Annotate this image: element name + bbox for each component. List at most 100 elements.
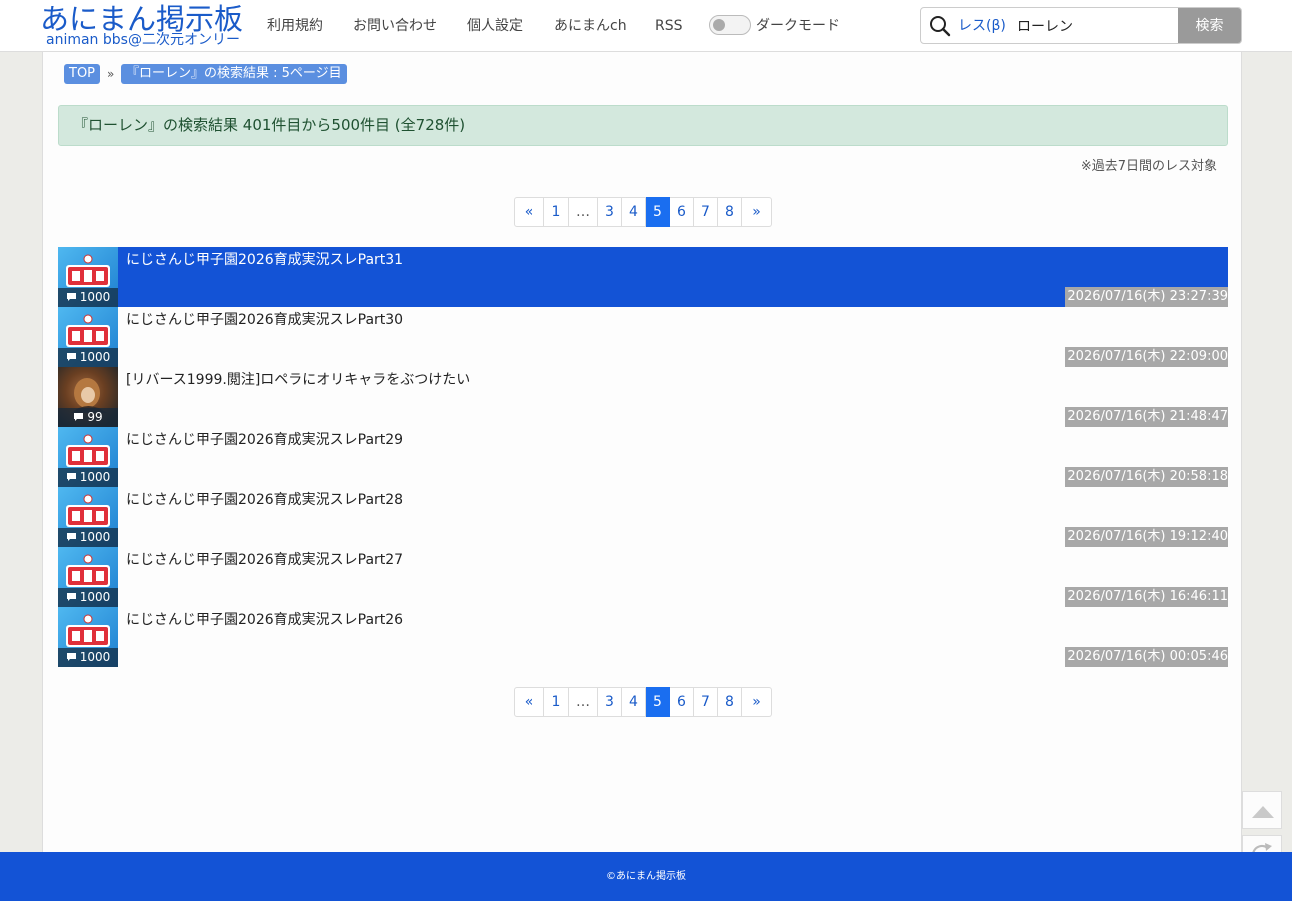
reply-count: 1000 — [58, 528, 118, 547]
search-scope-note: ※過去7日間のレス対象 — [1080, 159, 1217, 174]
thread-thumbnail[interactable]: 1000 — [58, 427, 118, 487]
breadcrumb-current: 『ローレン』の検索結果 : 5ページ目 — [121, 64, 347, 84]
reply-count-value: 1000 — [79, 650, 111, 664]
reply-count-value: 1000 — [79, 470, 111, 484]
search-icon[interactable] — [928, 14, 952, 38]
thread-title[interactable]: にじさんじ甲子園2026育成実況スレPart29 — [126, 430, 403, 450]
thread-timestamp: 2026/07/16(木) 21:48:47 — [1065, 407, 1228, 427]
thread-thumbnail[interactable]: 1000 — [58, 607, 118, 667]
thread-row[interactable]: 1000 にじさんじ甲子園2026育成実況スレPart30 2026/07/16(木… — [58, 307, 1228, 367]
page-link[interactable]: 1 — [544, 197, 569, 227]
reply-count-value: 1000 — [79, 350, 111, 364]
thread-title[interactable]: にじさんじ甲子園2026育成実況スレPart26 — [126, 610, 403, 630]
comment-icon — [66, 290, 80, 304]
page-link[interactable]: 3 — [598, 687, 622, 717]
page-link[interactable]: 7 — [694, 197, 718, 227]
thread-timestamp: 2026/07/16(木) 22:09:00 — [1065, 347, 1228, 367]
search-result-summary: 『ローレン』の検索結果 401件目から500件目 (全728件) — [58, 105, 1228, 146]
page-link[interactable]: 6 — [670, 687, 694, 717]
koshien-logo-image — [66, 314, 110, 347]
reply-count-value: 99 — [87, 410, 103, 424]
pagination-first-button[interactable]: « — [514, 197, 544, 227]
comment-icon — [66, 350, 80, 364]
search-form: レス(β) 検索 — [920, 7, 1242, 44]
comment-icon — [73, 410, 87, 424]
page-link-current[interactable]: 5 — [646, 687, 670, 717]
page-link[interactable]: 1 — [544, 687, 569, 717]
pagination-top: « 1 … 3 4 5 6 7 8 » — [514, 197, 772, 227]
page-link[interactable]: 4 — [622, 197, 646, 227]
nav-animanch[interactable]: あにまんch — [554, 16, 627, 36]
pagination-last-button[interactable]: » — [742, 687, 772, 717]
thread-row[interactable]: 1000 にじさんじ甲子園2026育成実況スレPart26 2026/07/16(木… — [58, 607, 1228, 667]
reply-count-value: 1000 — [79, 590, 111, 604]
comment-icon — [66, 590, 80, 604]
thread-thumbnail[interactable]: 1000 — [58, 487, 118, 547]
page-link[interactable]: 8 — [718, 687, 742, 717]
koshien-logo-image — [66, 614, 110, 647]
search-button[interactable]: 検索 — [1178, 8, 1241, 43]
thread-list: 1000 にじさんじ甲子園2026育成実況スレPart31 2026/07/16(木… — [58, 247, 1228, 667]
toggle-knob — [713, 19, 725, 31]
search-scope-selector[interactable]: レス(β) — [958, 17, 1006, 35]
site-header: あにまん掲示板 animan bbs@二次元オンリー 利用規約 お問い合わせ 個… — [0, 0, 1292, 52]
thread-timestamp: 2026/07/16(木) 16:46:11 — [1065, 587, 1228, 607]
reply-count: 1000 — [58, 588, 118, 607]
koshien-logo-image — [66, 254, 110, 287]
pagination-last-button[interactable]: » — [742, 197, 772, 227]
logo-title: あにまん掲示板 — [40, 2, 244, 36]
dark-mode-toggle[interactable] — [709, 15, 751, 35]
page-ellipsis: … — [569, 197, 598, 227]
reply-count: 1000 — [58, 468, 118, 487]
thread-row[interactable]: 1000 にじさんじ甲子園2026育成実況スレPart28 2026/07/16(木… — [58, 487, 1228, 547]
reply-count-value: 1000 — [79, 530, 111, 544]
thread-row[interactable]: 99 [リバース1999.閲注]ロペラにオリキャラをぶつけたい 2026/07/16… — [58, 367, 1228, 427]
comment-icon — [66, 650, 80, 664]
page-link[interactable]: 3 — [598, 197, 622, 227]
nav-rss[interactable]: RSS — [655, 16, 683, 36]
pagination-bottom: « 1 … 3 4 5 6 7 8 » — [514, 687, 772, 717]
breadcrumb-separator: » — [107, 67, 115, 81]
pagination-first-button[interactable]: « — [514, 687, 544, 717]
thread-title[interactable]: [リバース1999.閲注]ロペラにオリキャラをぶつけたい — [126, 370, 470, 390]
thread-row[interactable]: 1000 にじさんじ甲子園2026育成実況スレPart29 2026/07/16(木… — [58, 427, 1228, 487]
thread-title[interactable]: にじさんじ甲子園2026育成実況スレPart28 — [126, 490, 403, 510]
page-link[interactable]: 7 — [694, 687, 718, 717]
koshien-logo-image — [66, 434, 110, 467]
koshien-logo-image — [66, 554, 110, 587]
thread-title[interactable]: にじさんじ甲子園2026育成実況スレPart31 — [126, 250, 403, 270]
nav-contact[interactable]: お問い合わせ — [353, 16, 437, 36]
page-link-current[interactable]: 5 — [646, 197, 670, 227]
thread-title[interactable]: にじさんじ甲子園2026育成実況スレPart27 — [126, 550, 403, 570]
page-link[interactable]: 6 — [670, 197, 694, 227]
nav-terms[interactable]: 利用規約 — [267, 16, 323, 36]
thread-thumbnail[interactable]: 1000 — [58, 547, 118, 607]
page-link[interactable]: 8 — [718, 197, 742, 227]
scroll-top-button[interactable] — [1242, 791, 1282, 829]
character-image — [71, 378, 107, 413]
search-input[interactable] — [1017, 12, 1177, 40]
logo-subtitle: animan bbs@二次元オンリー — [46, 32, 240, 48]
reply-count-value: 1000 — [79, 290, 111, 304]
thread-timestamp: 2026/07/16(木) 23:27:39 — [1065, 287, 1228, 307]
reply-count: 1000 — [58, 648, 118, 667]
reply-count: 1000 — [58, 348, 118, 367]
thread-thumbnail[interactable]: 99 — [58, 367, 118, 427]
thread-row[interactable]: 1000 にじさんじ甲子園2026育成実況スレPart27 2026/07/16(木… — [58, 547, 1228, 607]
page-link[interactable]: 4 — [622, 687, 646, 717]
koshien-logo-image — [66, 494, 110, 527]
thread-thumbnail[interactable]: 1000 — [58, 307, 118, 367]
site-logo[interactable]: あにまん掲示板 animan bbs@二次元オンリー — [40, 2, 250, 50]
thread-row[interactable]: 1000 にじさんじ甲子園2026育成実況スレPart31 2026/07/16(木… — [58, 247, 1228, 307]
thread-title[interactable]: にじさんじ甲子園2026育成実況スレPart30 — [126, 310, 403, 330]
reply-count: 99 — [58, 408, 118, 427]
thread-timestamp: 2026/07/16(木) 20:58:18 — [1065, 467, 1228, 487]
breadcrumb-top[interactable]: TOP — [64, 64, 101, 84]
thread-timestamp: 2026/07/16(木) 19:12:40 — [1065, 527, 1228, 547]
comment-icon — [66, 530, 80, 544]
thread-thumbnail[interactable]: 1000 — [58, 247, 118, 307]
nav-settings[interactable]: 個人設定 — [467, 16, 523, 36]
reply-count: 1000 — [58, 288, 118, 307]
main-content: TOP » 『ローレン』の検索結果 : 5ページ目 『ローレン』の検索結果 40… — [42, 52, 1242, 852]
comment-icon — [66, 470, 80, 484]
